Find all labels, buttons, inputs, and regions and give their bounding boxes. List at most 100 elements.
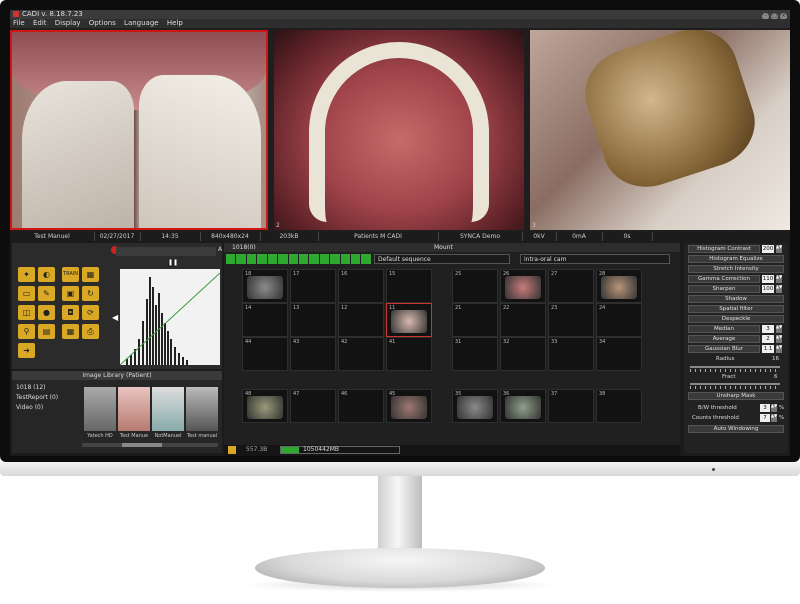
tooth-slot[interactable]: 27: [548, 269, 594, 303]
shadow-button[interactable]: Shadow: [688, 295, 784, 303]
pause-icon[interactable]: ❚❚: [168, 259, 178, 267]
tree-item[interactable]: Video (0): [16, 403, 58, 413]
image-panel-3[interactable]: 3: [530, 30, 790, 230]
tooth-slot[interactable]: 42: [338, 337, 384, 371]
fade-icon[interactable]: ◐: [38, 267, 55, 282]
folder-open-icon[interactable]: ◫: [18, 305, 35, 320]
wand-icon[interactable]: ✦: [18, 267, 35, 282]
library-thumbnail[interactable]: [84, 387, 116, 431]
save-icon[interactable]: ▣: [62, 286, 79, 301]
tooth-slot[interactable]: 12: [338, 303, 384, 337]
counts-threshold-value[interactable]: 7: [760, 414, 770, 422]
tooth-slot[interactable]: 47: [290, 389, 336, 423]
library-scrollbar[interactable]: [82, 443, 218, 447]
tooth-slot[interactable]: 17: [290, 269, 336, 303]
sharpen-button[interactable]: Sharpen: [688, 285, 760, 293]
tooth-slot[interactable]: 26: [500, 269, 546, 303]
stepper-icon[interactable]: ▲▼: [776, 285, 782, 293]
print-icon[interactable]: ⎙: [82, 324, 99, 339]
gaussian-value[interactable]: 1.1: [762, 345, 774, 353]
stepper-icon[interactable]: ▲▼: [771, 404, 777, 412]
library-thumbnail[interactable]: [152, 387, 184, 431]
stepper-icon[interactable]: ▲▼: [776, 335, 782, 343]
menu-file[interactable]: File: [13, 19, 25, 27]
tooth-slot[interactable]: 22: [500, 303, 546, 337]
scroll-thumb[interactable]: [122, 443, 162, 447]
folder-icon[interactable]: [228, 446, 236, 454]
bw-threshold-value[interactable]: 3: [760, 404, 770, 412]
tooth-slot[interactable]: 15: [386, 269, 432, 303]
tooth-slot[interactable]: 37: [548, 389, 594, 423]
radius-slider[interactable]: [690, 366, 780, 368]
tooth-slot[interactable]: 36: [500, 389, 546, 423]
histogram-equalize-button[interactable]: Histogram Equalize: [688, 255, 784, 263]
menu-language[interactable]: Language: [124, 19, 159, 27]
stretch-intensity-button[interactable]: Stretch Intensity: [688, 265, 784, 273]
fract-slider[interactable]: [690, 383, 780, 385]
tooth-slot[interactable]: 21: [452, 303, 498, 337]
grid-2-icon[interactable]: ▦: [82, 267, 99, 282]
tooth-slot[interactable]: 38: [596, 389, 642, 423]
stepper-icon[interactable]: ▲▼: [776, 245, 782, 253]
tooth-slot[interactable]: 32: [500, 337, 546, 371]
stepper-icon[interactable]: ▲▼: [771, 414, 777, 422]
tooth-slot[interactable]: 48: [242, 389, 288, 423]
select-icon[interactable]: ▤: [38, 324, 55, 339]
median-button[interactable]: Median: [688, 325, 760, 333]
stepper-icon[interactable]: ▲▼: [776, 325, 782, 333]
menu-edit[interactable]: Edit: [33, 19, 47, 27]
image-panel-2[interactable]: 2: [274, 30, 524, 230]
auto-windowing-button[interactable]: Auto Windowing: [688, 425, 784, 433]
tooth-slot[interactable]: 18: [242, 269, 288, 303]
tooth-slot[interactable]: 31: [452, 337, 498, 371]
chevron-left-icon[interactable]: ◀: [112, 313, 118, 322]
menu-help[interactable]: Help: [167, 19, 183, 27]
image-panel-1[interactable]: [10, 30, 268, 230]
tooth-slot[interactable]: 45: [386, 389, 432, 423]
histogram-channel-label[interactable]: A: [218, 246, 222, 253]
spatial-filter-button[interactable]: Spatial filter: [688, 305, 784, 313]
stepper-icon[interactable]: ▲▼: [776, 275, 782, 283]
grid-icon[interactable]: ▦: [62, 324, 79, 339]
tooth-slot[interactable]: 35: [452, 389, 498, 423]
tooth-slot[interactable]: 41: [386, 337, 432, 371]
camera-select[interactable]: intra-oral cam: [520, 254, 670, 264]
tooth-slot[interactable]: 24: [596, 303, 642, 337]
library-thumbnail[interactable]: [118, 387, 150, 431]
stepper-icon[interactable]: ▲▼: [776, 345, 782, 353]
tooth-slot[interactable]: 25: [452, 269, 498, 303]
histogram-contrast-button[interactable]: Histogram Contrast: [688, 245, 760, 253]
tree-item[interactable]: 1018 (12): [16, 383, 58, 393]
tooth-slot[interactable]: 13: [290, 303, 336, 337]
folder-icon[interactable]: ▭: [18, 286, 35, 301]
tooth-slot[interactable]: 23: [548, 303, 594, 337]
tooth-slot[interactable]: 43: [290, 337, 336, 371]
exit-icon[interactable]: ➜: [18, 343, 35, 358]
gamma-correction-button[interactable]: Gamma Correction: [688, 275, 760, 283]
zoom-icon[interactable]: ⚲: [18, 324, 35, 339]
gamma-value[interactable]: 110: [762, 275, 774, 283]
median-value[interactable]: 3: [762, 325, 774, 333]
library-thumbnail[interactable]: [186, 387, 218, 431]
tooth-slot[interactable]: 16: [338, 269, 384, 303]
tooth-slot[interactable]: 44: [242, 337, 288, 371]
train-icon[interactable]: TRAIN: [62, 267, 79, 282]
histogram[interactable]: [119, 269, 221, 366]
unsharp-mask-button[interactable]: Unsharp Mask: [688, 392, 784, 400]
refresh-icon[interactable]: ↻: [82, 286, 99, 301]
menu-display[interactable]: Display: [55, 19, 81, 27]
average-button[interactable]: Average: [688, 335, 760, 343]
tooth-slot[interactable]: 11: [386, 303, 432, 337]
histogram-contrast-value[interactable]: 200: [762, 245, 774, 253]
sequence-select[interactable]: Default sequence: [374, 254, 510, 264]
pencil-icon[interactable]: ✎: [38, 286, 55, 301]
menu-options[interactable]: Options: [89, 19, 116, 27]
despeckle-button[interactable]: Despeckle: [688, 315, 784, 323]
average-value[interactable]: 2: [762, 335, 774, 343]
disk-icon[interactable]: ◘: [62, 305, 79, 320]
tooth-slot[interactable]: 28: [596, 269, 642, 303]
color-icon[interactable]: ●: [38, 305, 55, 320]
tooth-slot[interactable]: 14: [242, 303, 288, 337]
gaussian-blur-button[interactable]: Gaussian Blur: [688, 345, 760, 353]
tooth-slot[interactable]: 46: [338, 389, 384, 423]
